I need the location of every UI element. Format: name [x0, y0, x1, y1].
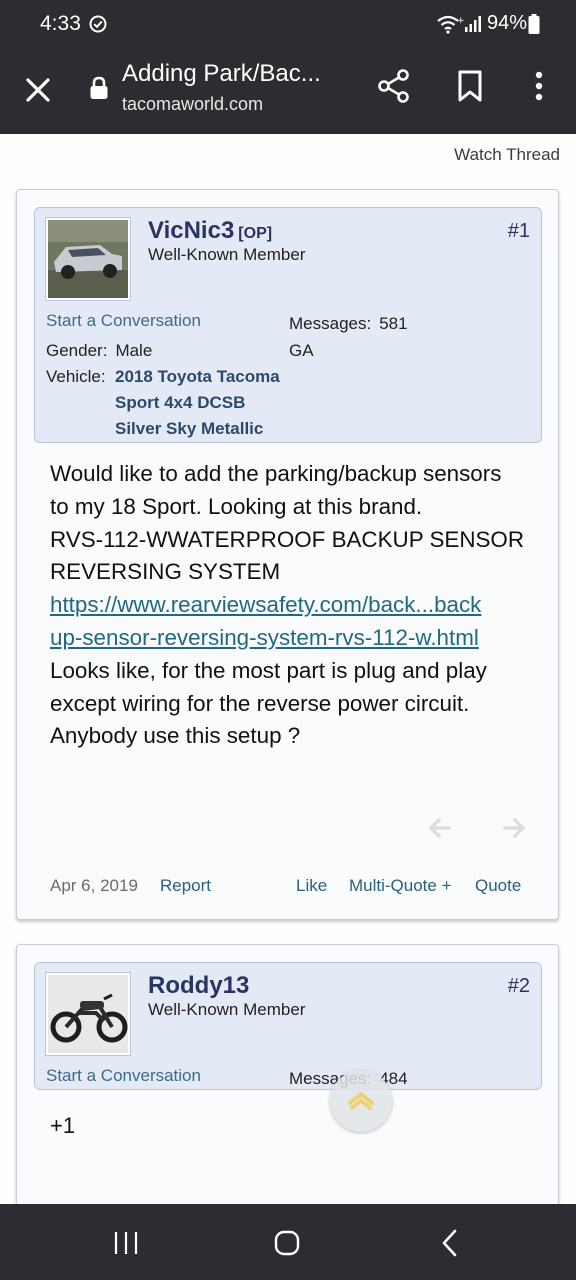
username[interactable]: Roddy13: [148, 972, 249, 1000]
avatar-motorcycle-image: [48, 975, 128, 1053]
wifi-icon: +: [437, 15, 464, 34]
battery-percent: 94%: [487, 12, 528, 34]
watch-thread-button[interactable]: Watch Thread: [454, 145, 560, 165]
bookmark-icon[interactable]: [456, 70, 484, 102]
vehicle-link[interactable]: Sport 4x4 DCSB: [115, 393, 245, 413]
username-text[interactable]: VicNic3: [148, 217, 234, 244]
post-body: +1: [50, 1113, 76, 1138]
arrow-right-icon[interactable]: [501, 815, 527, 841]
page-domain[interactable]: tacomaworld.com: [122, 94, 263, 115]
post-body: Would like to add the parking/backup sen…: [50, 458, 530, 753]
system-nav-bar: [0, 1204, 576, 1280]
vehicle-label: Vehicle:: [46, 367, 106, 386]
post-text-line: Looks like, for the most part is plug an…: [50, 657, 487, 683]
arrow-left-icon[interactable]: [427, 815, 453, 841]
op-badge: [OP]: [238, 225, 273, 242]
post-text-line: Would like to add the parking/backup sen…: [50, 461, 502, 486]
browser-toolbar: Adding Park/Bac... tacomaworld.com: [0, 48, 576, 134]
avatar[interactable]: [46, 218, 130, 300]
start-conversation-link[interactable]: Start a Conversation: [46, 1066, 201, 1086]
report-link[interactable]: Report: [160, 876, 211, 896]
recent-apps-icon[interactable]: [112, 1231, 140, 1255]
signal-icon: [465, 16, 481, 32]
start-conversation-link[interactable]: Start a Conversation: [46, 311, 201, 331]
user-info-box: VicNic3 [OP] Well-Known Member #1 Start a…: [34, 207, 542, 443]
username[interactable]: VicNic3 [OP]: [148, 217, 272, 245]
user-location: GA: [289, 341, 314, 360]
messages-count: Messages: 581: [289, 314, 408, 334]
page-title[interactable]: Adding Park/Bac...: [122, 60, 362, 88]
product-link[interactable]: up-sensor-reversing-system-rvs-112-w.htm…: [50, 622, 530, 655]
post-number[interactable]: #1: [508, 220, 530, 243]
post-text-line: except wiring for the reverse power circ…: [50, 690, 470, 716]
page-content: Watch Thread VicNic3 [OP] Well-Known Memb…: [0, 134, 576, 1204]
lock-icon[interactable]: [89, 76, 109, 100]
battery-icon: [528, 14, 540, 34]
status-time: 4:33: [40, 12, 81, 35]
post-number[interactable]: #2: [508, 975, 530, 998]
post: Roddy13 Well-Known Member #2 Start a Con…: [16, 944, 559, 1204]
check-circle-icon: [89, 15, 107, 33]
more-options-icon[interactable]: [530, 70, 548, 102]
back-icon[interactable]: [440, 1228, 460, 1258]
user-info-box: Roddy13 Well-Known Member #2 Start a Con…: [34, 962, 542, 1090]
user-gender: Gender: Male: [46, 341, 152, 361]
like-link[interactable]: Like: [296, 876, 327, 896]
post-date[interactable]: Apr 6, 2019: [50, 876, 138, 896]
gender-value: Male: [115, 341, 153, 360]
chevron-up-icon: [348, 1092, 374, 1110]
messages-value: 581: [379, 314, 408, 333]
share-icon[interactable]: [376, 68, 412, 104]
user-title: Well-Known Member: [148, 1000, 306, 1019]
post-text-line: to my 18 Sport. Looking at this brand.: [50, 493, 423, 519]
product-link[interactable]: https://www.rearviewsafety.com/back...ba…: [50, 589, 530, 622]
close-icon[interactable]: [22, 74, 54, 106]
post-text-line: RVS-112-WWATERPROOF BACKUP SENSOR: [50, 526, 525, 552]
scroll-to-top-button[interactable]: [330, 1070, 392, 1132]
vehicle-link[interactable]: Silver Sky Metallic: [115, 419, 263, 439]
avatar-truck-image: [48, 220, 128, 298]
post: VicNic3 [OP] Well-Known Member #1 Start a…: [16, 189, 559, 920]
svg-text:+: +: [457, 16, 464, 26]
post-text-line: REVERSING SYSTEM: [50, 559, 281, 585]
home-icon[interactable]: [274, 1230, 300, 1256]
avatar[interactable]: [46, 973, 130, 1055]
gender-label: Gender:: [46, 341, 108, 360]
vehicle-link[interactable]: 2018 Toyota Tacoma: [115, 367, 280, 387]
user-title: Well-Known Member: [148, 245, 306, 264]
messages-label: Messages:: [289, 314, 372, 333]
multi-quote-link[interactable]: Multi-Quote +: [349, 876, 452, 896]
quote-link[interactable]: Quote: [475, 876, 521, 896]
status-bar: 4:33 + 94%: [0, 0, 576, 48]
post-text-line: Anybody use this setup ?: [50, 723, 301, 749]
